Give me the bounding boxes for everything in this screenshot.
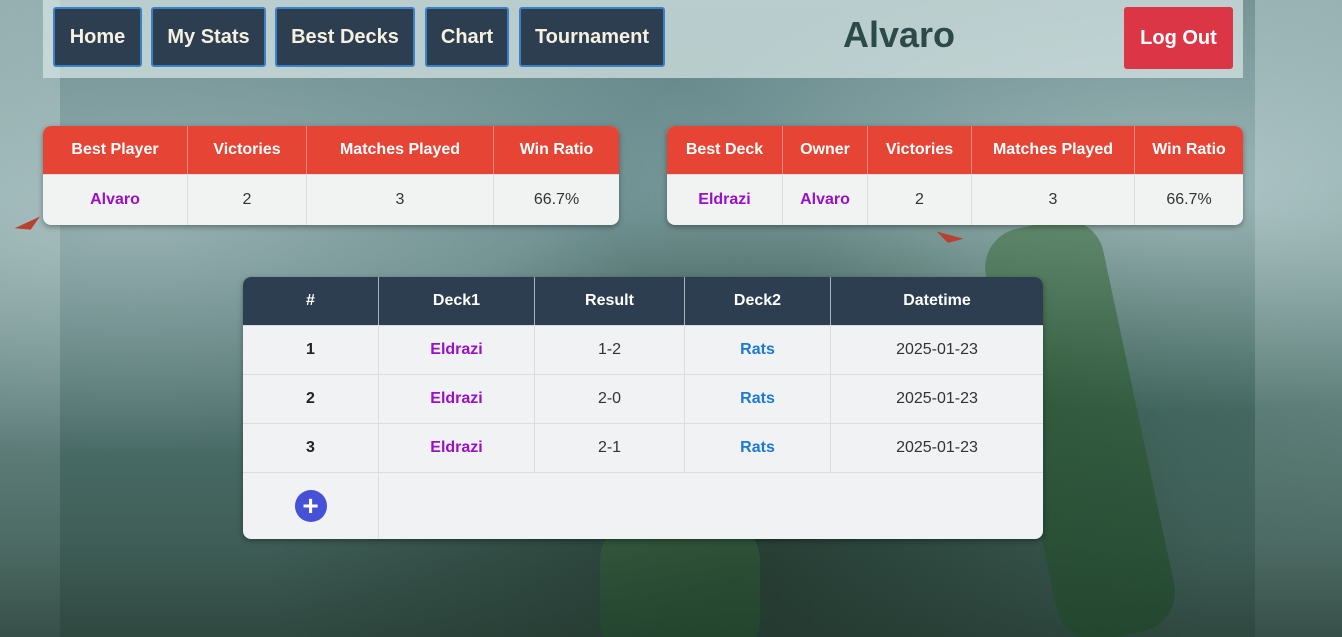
deck1-link[interactable]: Eldrazi: [430, 439, 482, 456]
nav-home-button[interactable]: Home: [53, 7, 142, 67]
victories-cell: 2: [188, 174, 307, 225]
result-cell: 1-2: [535, 325, 685, 374]
table-row: Eldrazi Alvaro 2 3 66.7%: [667, 174, 1243, 225]
match-number-cell: 2: [243, 374, 379, 423]
table-row: 3 Eldrazi 2-1 Rats 2025-01-23: [243, 423, 1043, 472]
deck2-link[interactable]: Rats: [740, 439, 775, 456]
match-number-cell: 3: [243, 423, 379, 472]
matches-played-cell: 3: [307, 174, 494, 225]
table-header-row: Best Player Victories Matches Played Win…: [43, 126, 619, 174]
background-waterfall-right: [1255, 0, 1342, 637]
nav-best-decks-label: Best Decks: [291, 25, 399, 48]
deck2-link[interactable]: Rats: [740, 341, 775, 358]
best-deck-link[interactable]: Eldrazi: [698, 191, 750, 208]
nav-home-label: Home: [69, 25, 126, 48]
victories-cell: 2: [868, 174, 972, 225]
column-header: Best Deck: [667, 126, 783, 174]
logout-button[interactable]: Log Out: [1124, 7, 1233, 69]
table-header-row: Best Deck Owner Victories Matches Played…: [667, 126, 1243, 174]
table-header-row: # Deck1 Result Deck2 Datetime: [243, 277, 1043, 325]
nav-tournament-button[interactable]: Tournament: [519, 7, 665, 67]
nav-best-decks-button[interactable]: Best Decks: [275, 7, 415, 67]
background-waterfall-left: [0, 0, 60, 637]
best-player-link[interactable]: Alvaro: [90, 191, 140, 208]
table-row: Alvaro 2 3 66.7%: [43, 174, 619, 225]
column-header: Datetime: [831, 277, 1043, 325]
column-header: Result: [535, 277, 685, 325]
empty-cell: [379, 472, 1043, 539]
table-row: 2 Eldrazi 2-0 Rats 2025-01-23: [243, 374, 1043, 423]
matches-played-cell: 3: [972, 174, 1135, 225]
match-number-cell: 1: [243, 325, 379, 374]
datetime-cell: 2025-01-23: [831, 423, 1043, 472]
column-header: Owner: [783, 126, 868, 174]
nav-chart-label: Chart: [440, 25, 494, 48]
best-player-table: Best Player Victories Matches Played Win…: [43, 126, 619, 225]
column-header: Deck1: [379, 277, 535, 325]
add-match-row: +: [243, 472, 1043, 539]
plus-circle-icon[interactable]: +: [294, 490, 327, 522]
column-header: Best Player: [43, 126, 188, 174]
datetime-cell: 2025-01-23: [831, 374, 1043, 423]
nav-chart-button[interactable]: Chart: [425, 7, 509, 67]
win-ratio-cell: 66.7%: [494, 174, 619, 225]
nav-my-stats-label: My Stats: [167, 25, 250, 48]
column-header: Matches Played: [972, 126, 1135, 174]
background-bird: [934, 231, 964, 247]
column-header: #: [243, 277, 379, 325]
matches-table: # Deck1 Result Deck2 Datetime 1 Eldrazi …: [243, 277, 1043, 539]
column-header: Matches Played: [307, 126, 494, 174]
column-header: Deck2: [685, 277, 831, 325]
top-navbar: Home My Stats Best Decks Chart Tournamen…: [43, 0, 1243, 78]
table-row: 1 Eldrazi 1-2 Rats 2025-01-23: [243, 325, 1043, 374]
column-header: Victories: [868, 126, 972, 174]
nav-tournament-label: Tournament: [534, 25, 650, 48]
deck1-link[interactable]: Eldrazi: [430, 390, 482, 407]
result-cell: 2-1: [535, 423, 685, 472]
deck2-link[interactable]: Rats: [740, 390, 775, 407]
result-cell: 2-0: [535, 374, 685, 423]
deck1-link[interactable]: Eldrazi: [430, 341, 482, 358]
column-header: Victories: [188, 126, 307, 174]
win-ratio-cell: 66.7%: [1135, 174, 1243, 225]
best-deck-table: Best Deck Owner Victories Matches Played…: [667, 126, 1243, 225]
datetime-cell: 2025-01-23: [831, 325, 1043, 374]
nav-my-stats-button[interactable]: My Stats: [151, 7, 266, 67]
column-header: Win Ratio: [1135, 126, 1243, 174]
column-header: Win Ratio: [494, 126, 619, 174]
user-name-title: Alvaro: [843, 14, 956, 55]
deck-owner-link[interactable]: Alvaro: [800, 191, 850, 208]
